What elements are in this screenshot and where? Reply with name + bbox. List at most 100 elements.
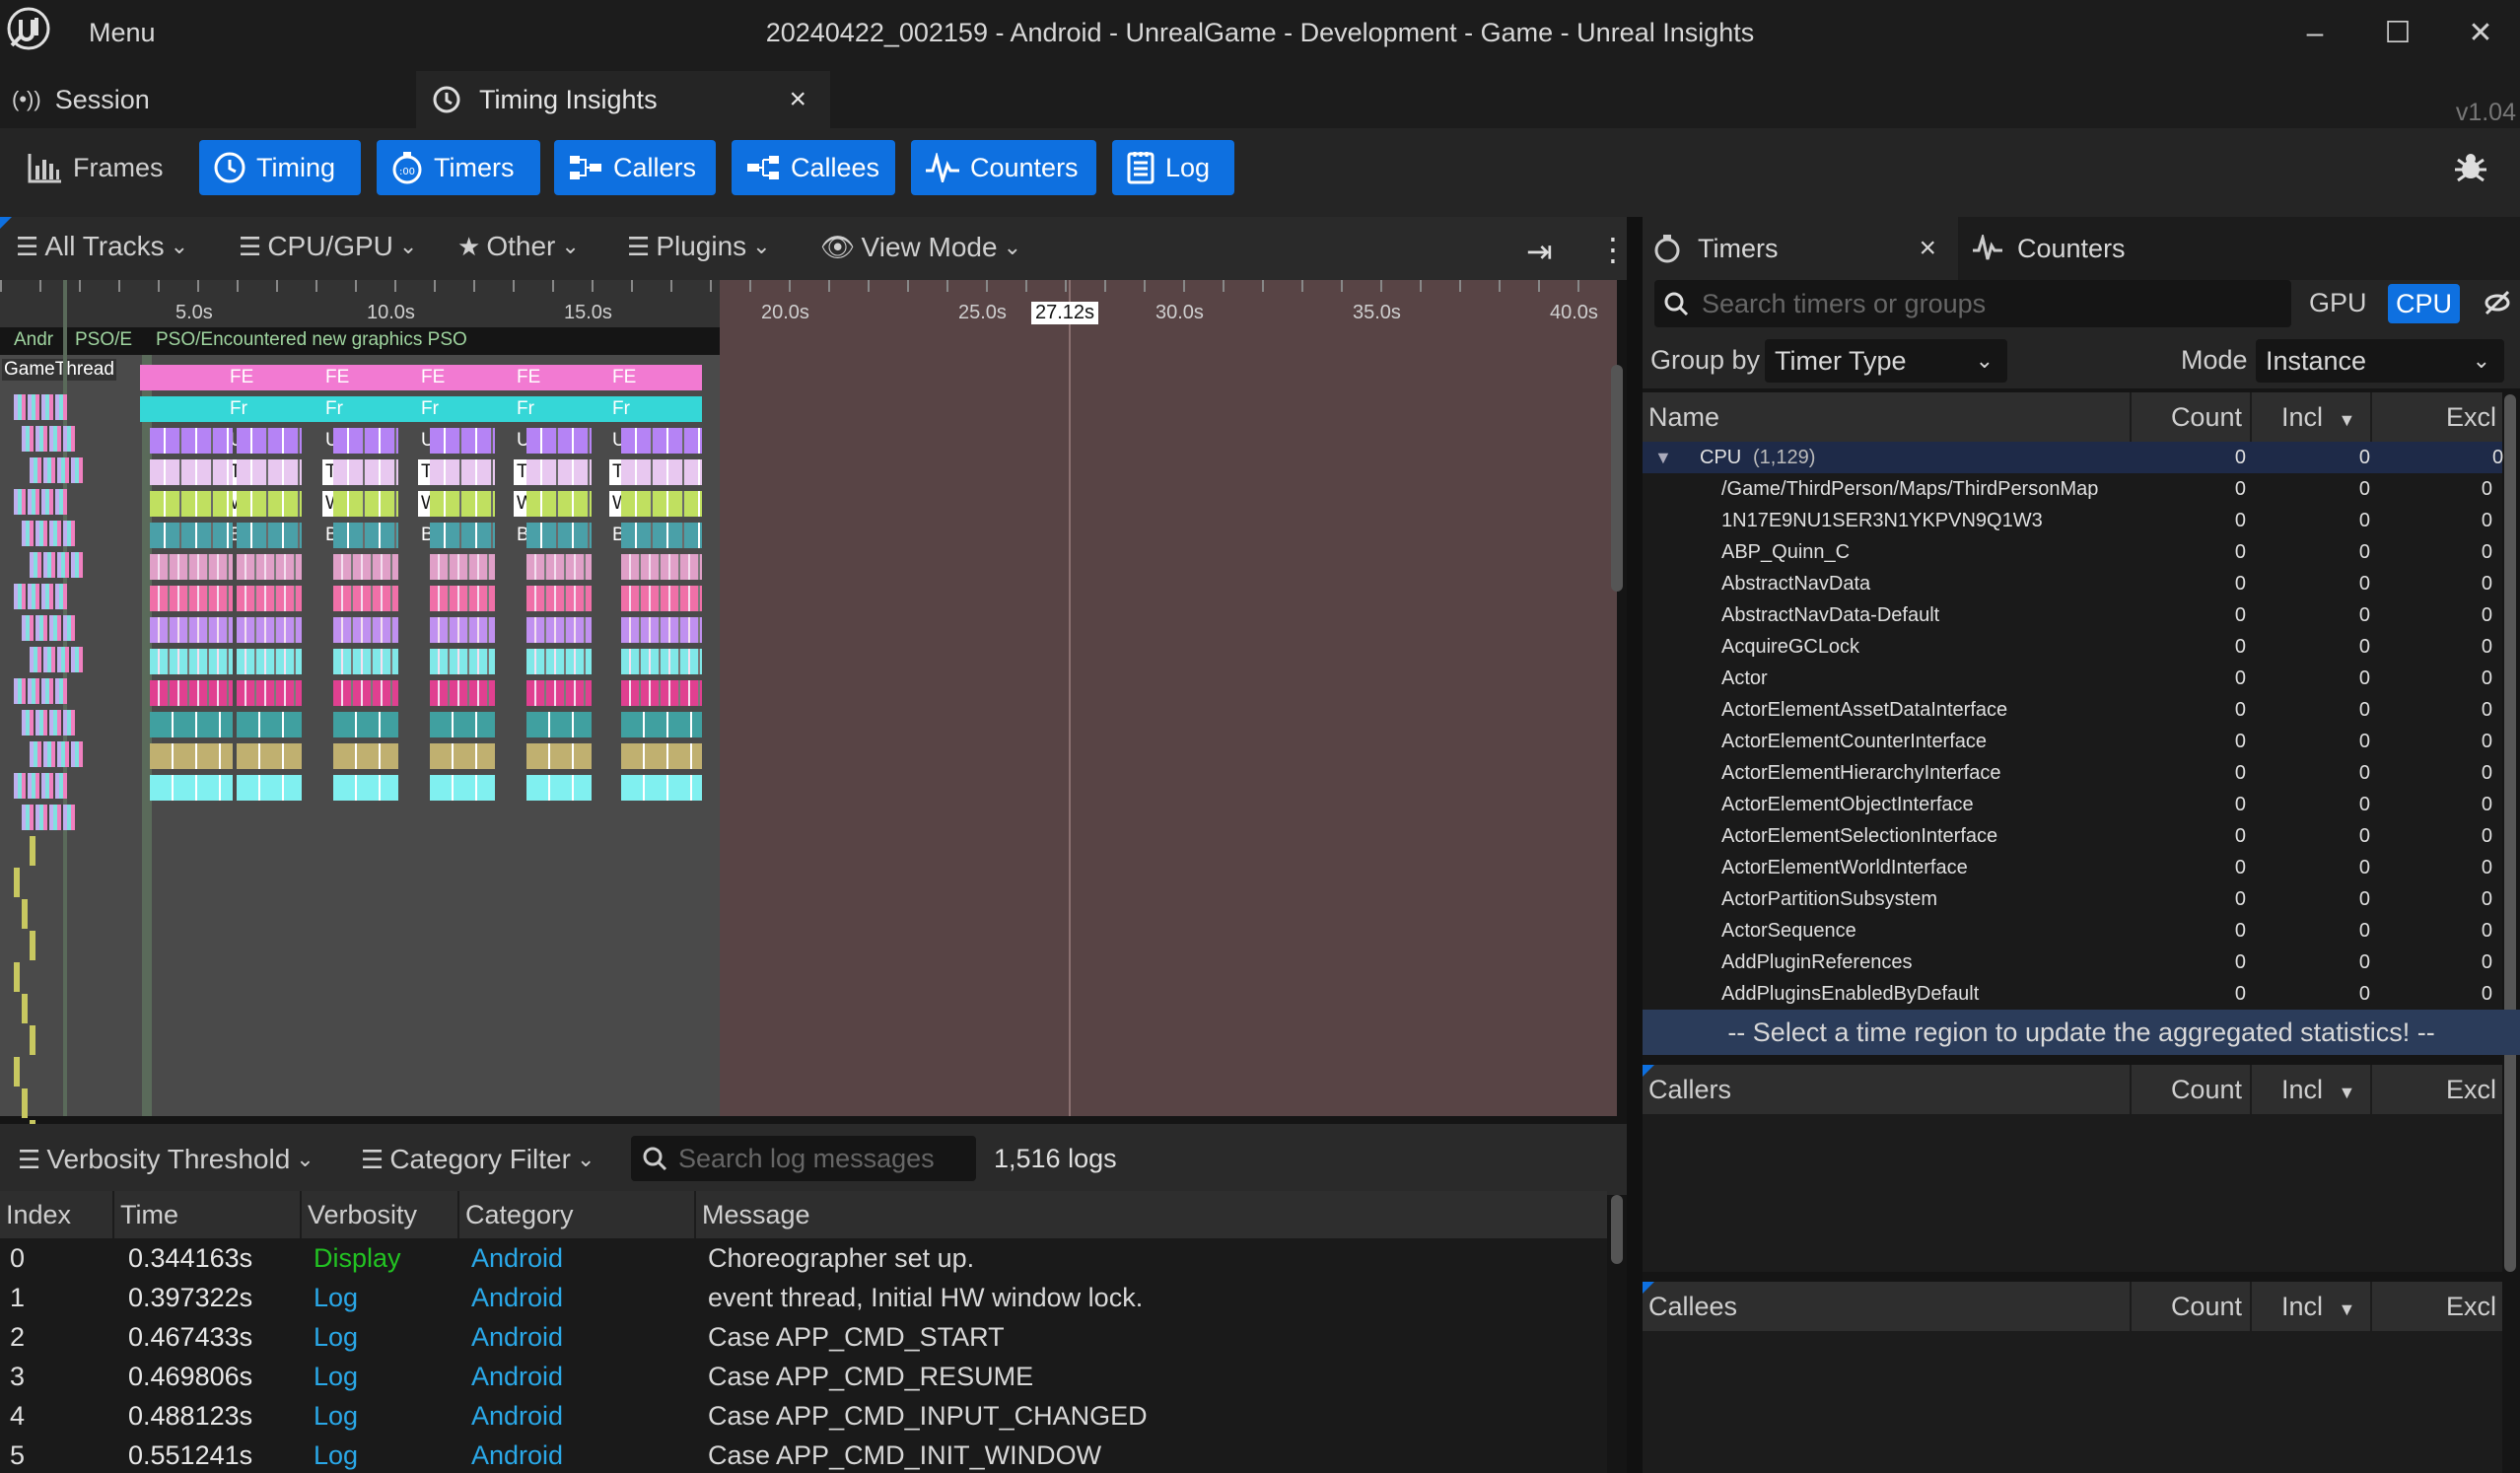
- tab-timers[interactable]: Timers ×: [1643, 217, 1958, 280]
- column-excl[interactable]: Excl: [2372, 392, 2502, 442]
- more-options-icon[interactable]: ⋮: [1597, 231, 1629, 268]
- track-event-bar[interactable]: [526, 649, 592, 674]
- track-event-bar[interactable]: [621, 649, 702, 674]
- track-event-bar[interactable]: [526, 617, 592, 643]
- track-event-bar[interactable]: [237, 554, 302, 580]
- table-row[interactable]: ActorElementAssetDataInterface 0 0 0: [1643, 694, 2502, 726]
- track-event-bar[interactable]: [333, 586, 398, 611]
- track-event-bar[interactable]: [22, 615, 75, 641]
- expand-arrow-icon[interactable]: ▼: [1654, 442, 1672, 473]
- track-event-bar[interactable]: [333, 617, 398, 643]
- track-event-bar[interactable]: [14, 868, 20, 897]
- log-row[interactable]: 3 0.469806s Log Android Case APP_CMD_RESUME: [0, 1357, 1607, 1396]
- track-event-bar[interactable]: [526, 680, 592, 706]
- table-row[interactable]: ActorPartitionSubsystem 0 0 0: [1643, 883, 2502, 915]
- track-event-bar[interactable]: [526, 712, 592, 737]
- column-incl[interactable]: Incl ▼: [2252, 1282, 2372, 1331]
- track-event-bar[interactable]: [14, 489, 67, 515]
- column-message[interactable]: Message: [696, 1191, 1607, 1238]
- track-event-bar[interactable]: [150, 743, 233, 769]
- track-event-bar[interactable]: [333, 680, 398, 706]
- table-row[interactable]: AddPluginReferences 0 0 0: [1643, 947, 2502, 978]
- track-event-bar[interactable]: [14, 962, 20, 992]
- track-event-bar[interactable]: [621, 554, 702, 580]
- track-event-bar[interactable]: [526, 586, 592, 611]
- all-tracks-dropdown[interactable]: ☰ All Tracks ⌄: [16, 231, 188, 262]
- table-row[interactable]: ActorSequence 0 0 0: [1643, 915, 2502, 947]
- track-event-bar[interactable]: [621, 680, 702, 706]
- gpu-toggle[interactable]: GPU: [2309, 288, 2367, 318]
- track-event-label[interactable]: FE: [418, 365, 448, 390]
- column-time[interactable]: Time: [114, 1191, 302, 1238]
- track-event-bar[interactable]: [150, 775, 233, 801]
- track-event-bar[interactable]: [621, 775, 702, 801]
- track-event-bar[interactable]: [333, 649, 398, 674]
- group-by-dropdown[interactable]: Timer Type ⌄: [1765, 339, 2007, 383]
- track-event-bar[interactable]: [526, 428, 592, 454]
- track-event-bar[interactable]: [150, 491, 233, 517]
- tab-close-icon[interactable]: ×: [789, 83, 806, 116]
- log-row[interactable]: 2 0.467433s Log Android Case APP_CMD_START: [0, 1317, 1607, 1357]
- timeline-scrollbar[interactable]: [1611, 365, 1623, 592]
- table-row[interactable]: AbstractNavData 0 0 0: [1643, 568, 2502, 599]
- timing-button[interactable]: Timing: [199, 140, 361, 195]
- table-row[interactable]: ActorElementHierarchyInterface 0 0 0: [1643, 757, 2502, 789]
- frames-button[interactable]: Frames: [14, 140, 177, 195]
- track-event-bar[interactable]: [333, 428, 398, 454]
- timers-button[interactable]: :00 Timers: [377, 140, 540, 195]
- track-event-bar[interactable]: [150, 428, 233, 454]
- track-event-label[interactable]: FE: [227, 365, 256, 390]
- log-row[interactable]: 0 0.344163s Display Android Choreographer se…: [0, 1238, 1607, 1278]
- settings-bug-icon[interactable]: [2451, 148, 2490, 187]
- column-count[interactable]: Count: [2132, 392, 2252, 442]
- track-event-bar[interactable]: [237, 743, 302, 769]
- track-event-bar[interactable]: [150, 649, 233, 674]
- track-event-bar[interactable]: [237, 523, 302, 548]
- track-event-bar[interactable]: [150, 712, 233, 737]
- track-event-bar[interactable]: [430, 680, 495, 706]
- track-event-bar[interactable]: [237, 649, 302, 674]
- track-event-bar[interactable]: [621, 428, 702, 454]
- track-event-bar[interactable]: [621, 491, 702, 517]
- table-row[interactable]: AddPluginsEnabledByDefault 0 0 0: [1643, 978, 2502, 1010]
- track-event-bar[interactable]: [430, 586, 495, 611]
- column-excl[interactable]: Excl: [2372, 1065, 2502, 1114]
- track-event-bar[interactable]: [430, 743, 495, 769]
- track-event-bar[interactable]: [526, 775, 592, 801]
- track-event-bar[interactable]: [150, 459, 233, 485]
- plugins-dropdown[interactable]: ☰ Plugins ⌄: [627, 231, 771, 262]
- track-event-bar[interactable]: [621, 586, 702, 611]
- track-event-bar[interactable]: [30, 1025, 35, 1055]
- column-count[interactable]: Count: [2132, 1065, 2252, 1114]
- track-events-canvas[interactable]: FEFrUTicWaBPFEFrUTicWaBPFEFrUTicWaBPFEFr…: [0, 355, 720, 1150]
- view-mode-dropdown[interactable]: 👁 View Mode ⌄: [820, 231, 1021, 263]
- track-event-bar[interactable]: [430, 554, 495, 580]
- tab-session[interactable]: (•)) Session: [12, 71, 406, 128]
- track-event-bar[interactable]: [150, 680, 233, 706]
- track-event-bar[interactable]: [14, 773, 67, 799]
- track-event-bar[interactable]: [30, 836, 35, 866]
- column-index[interactable]: Index: [0, 1191, 114, 1238]
- column-count[interactable]: Count: [2132, 1282, 2252, 1331]
- track-event-bar[interactable]: [14, 1057, 20, 1087]
- track-event-label[interactable]: Fr: [227, 396, 250, 422]
- track-event-bar[interactable]: [22, 710, 75, 736]
- track-event-bar[interactable]: [333, 712, 398, 737]
- table-row[interactable]: 1N17E9NU1SER3N1YKPVN9Q1W3 0 0 0: [1643, 505, 2502, 536]
- verbosity-threshold-dropdown[interactable]: ☰ Verbosity Threshold ⌄: [18, 1144, 315, 1175]
- track-event-bar[interactable]: [237, 775, 302, 801]
- track-event-bar[interactable]: [430, 523, 495, 548]
- table-row[interactable]: ABP_Quinn_C 0 0 0: [1643, 536, 2502, 568]
- track-event-bar[interactable]: [430, 617, 495, 643]
- track-event-bar[interactable]: [237, 491, 302, 517]
- track-event-bar[interactable]: [621, 743, 702, 769]
- track-event-label[interactable]: FE: [514, 365, 543, 390]
- counters-button[interactable]: Counters: [911, 140, 1096, 195]
- tab-close-icon[interactable]: ×: [1919, 232, 1936, 265]
- tab-counters[interactable]: Counters: [1972, 217, 2126, 280]
- column-incl[interactable]: Incl ▼: [2252, 392, 2372, 442]
- timers-scrollbar[interactable]: [2504, 394, 2516, 1272]
- maximize-button[interactable]: ☐: [2378, 16, 2417, 51]
- track-event-bar[interactable]: [430, 775, 495, 801]
- auto-scroll-icon[interactable]: ⇥: [1526, 233, 1553, 270]
